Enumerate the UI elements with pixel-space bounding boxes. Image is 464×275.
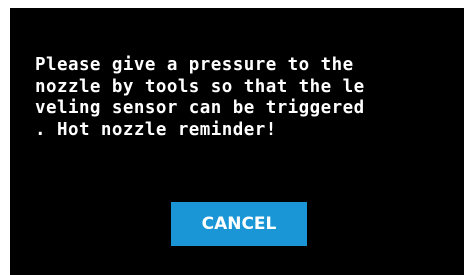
dialog-message: Please give a pressure to the nozzle by … (35, 55, 450, 141)
message-line-1: Please give a pressure to the (35, 55, 354, 75)
message-line-2: nozzle by tools so that the le (35, 76, 365, 97)
message-line-4: . Hot nozzle reminder! (35, 119, 277, 140)
leveling-dialog: Please give a pressure to the nozzle by … (10, 8, 464, 275)
cancel-button[interactable]: CANCEL (171, 202, 307, 246)
message-line-3: veling sensor can be triggered (35, 98, 365, 118)
